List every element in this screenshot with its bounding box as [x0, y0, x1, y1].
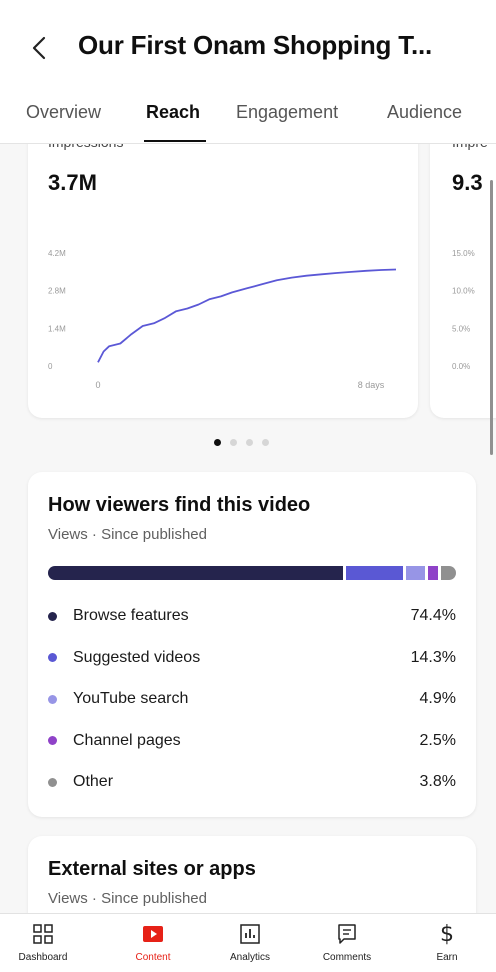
source-label: YouTube search	[73, 690, 189, 707]
earn-icon: $	[440, 921, 454, 947]
x-tick-label: 8 days	[358, 380, 385, 390]
y-tick-label: 0	[48, 362, 53, 371]
impressions-card[interactable]: Impressions 3.7M 01.4M2.8M4.2M08 days	[28, 120, 418, 418]
ctr-line-chart: 0.0% 5.0% 10.0% 15.0%	[452, 249, 475, 371]
nav-content[interactable]: Content	[118, 914, 188, 972]
back-button[interactable]	[28, 30, 50, 66]
tab-engagement[interactable]: Engagement	[236, 102, 338, 123]
bar-segment	[428, 566, 438, 580]
tab-bar-front: Overview Reach Engagement Audience	[0, 80, 496, 144]
legend-dot	[48, 777, 57, 787]
source-percentage: 14.3%	[410, 648, 456, 666]
nav-label: Content	[135, 952, 171, 963]
legend-dot	[48, 611, 57, 621]
carousel-dot[interactable]	[262, 439, 269, 446]
y-tick-label: 1.4M	[48, 324, 66, 333]
source-label: Suggested videos	[73, 648, 201, 666]
y-tick-label: 2.8M	[48, 287, 66, 296]
top-app-bar: Our First Onam Shopping T...	[0, 0, 496, 80]
nav-analytics[interactable]: Analytics	[215, 914, 285, 972]
traffic-stacked-bar	[48, 566, 456, 580]
active-tab-indicator	[144, 140, 206, 142]
analytics-icon	[238, 922, 262, 946]
impressions-series-line	[97, 268, 397, 363]
impressions-ctr-card[interactable]: Impre 9.3 0.0%5.0%10.0%15.0%	[430, 120, 496, 418]
nav-label: Comments	[322, 952, 372, 963]
carousel-dot[interactable]	[230, 439, 237, 446]
section-subtitle: Views · Since published	[48, 890, 207, 907]
source-label: Channel pages	[73, 731, 181, 749]
section-title: External sites or apps	[48, 858, 256, 880]
x-tick-label: 0	[95, 380, 100, 390]
bar-segment	[440, 566, 456, 580]
tab-overview[interactable]: Overview	[26, 102, 101, 123]
source-label: Other	[73, 773, 114, 790]
traffic-source-row[interactable]: Browse features 74.4%	[48, 604, 456, 628]
bar-segment	[405, 566, 425, 580]
dashboard-icon	[31, 922, 55, 946]
nav-label: Earn	[436, 952, 458, 963]
source-percentage: 3.8%	[419, 773, 456, 790]
bar-segment	[48, 566, 343, 580]
traffic-source-row[interactable]: Other 3.8%	[48, 770, 456, 794]
content-icon	[141, 922, 165, 946]
y-tick-label: 0.0%	[452, 362, 470, 371]
carousel-dot[interactable]	[214, 439, 221, 446]
comments-icon	[335, 922, 359, 946]
nav-label: Analytics	[229, 952, 270, 963]
traffic-sources-card: How viewers find this video Views · Sinc…	[28, 472, 476, 817]
nav-dashboard[interactable]: Dashboard	[8, 914, 78, 972]
impressions-line-chart: 0 1.4M 2.8M 4.2M 0 8 days	[48, 249, 397, 390]
y-tick-label: 10.0%	[452, 287, 475, 296]
tab-reach[interactable]: Reach	[146, 102, 200, 123]
y-tick-label: 15.0%	[452, 249, 475, 258]
carousel-pagination	[214, 439, 269, 446]
y-tick-label: 4.2M	[48, 249, 66, 258]
carousel-dot[interactable]	[246, 439, 253, 446]
bottom-navigation: Dashboard Content Analytics Comments $ E…	[0, 913, 496, 972]
source-percentage: 4.9%	[419, 690, 456, 707]
source-percentage: 2.5%	[419, 731, 456, 749]
legend-dot	[48, 694, 57, 704]
chevron-left-icon	[32, 36, 46, 60]
bar-segment	[345, 566, 403, 580]
traffic-source-row[interactable]: YouTube search 4.9%	[48, 687, 456, 711]
source-percentage: 74.4%	[410, 607, 456, 624]
video-title: Our First Onam Shopping T...	[78, 30, 433, 60]
source-label: Browse features	[73, 607, 189, 624]
section-title: How viewers find this video	[48, 494, 311, 516]
nav-label: Dashboard	[18, 952, 68, 963]
legend-dot	[48, 653, 57, 662]
y-tick-label: 5.0%	[452, 324, 470, 333]
traffic-source-row[interactable]: Channel pages 2.5%	[48, 729, 456, 753]
legend-dot	[48, 736, 57, 745]
tab-audience[interactable]: Audience	[387, 102, 462, 123]
nav-comments[interactable]: Comments	[312, 914, 382, 972]
section-subtitle: Views · Since published	[48, 526, 207, 543]
traffic-source-row[interactable]: Suggested videos 14.3%	[48, 646, 456, 670]
nav-earn[interactable]: $ Earn	[412, 914, 482, 972]
scrollbar-thumb[interactable]	[490, 180, 493, 455]
